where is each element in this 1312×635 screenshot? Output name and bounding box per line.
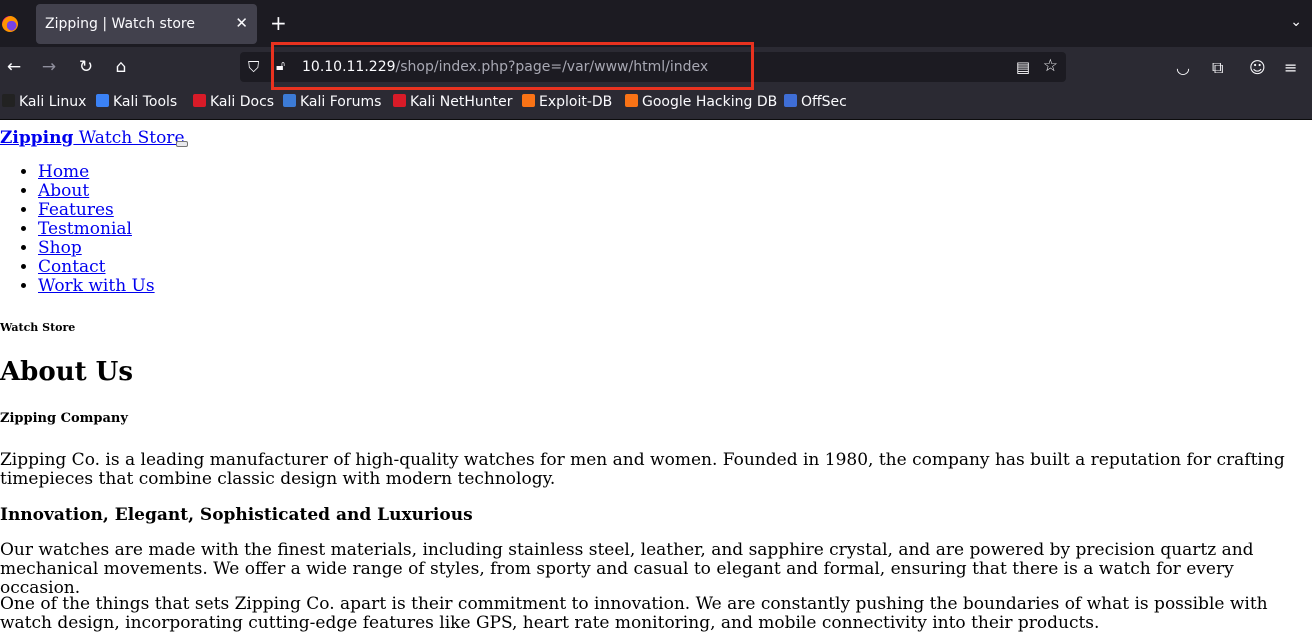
bookmark-kali-nethunter[interactable]: Kali NetHunter [393, 94, 512, 110]
google-hacking-db-icon [625, 94, 638, 107]
about-paragraph-2: Our watches are made with the finest mat… [0, 540, 1254, 598]
nav-link-contact[interactable]: Contact [38, 257, 106, 277]
insecure-lock-icon[interactable]: 🔓︎ [276, 58, 285, 74]
address-bar[interactable]: ⛉ 🔓︎ 10.10.11.229/shop/index.php?page=/v… [240, 52, 1066, 82]
nav-link-features[interactable]: Features [38, 200, 114, 220]
bookmark-kali-forums[interactable]: Kali Forums [283, 94, 381, 110]
kali-nethunter-icon [393, 94, 406, 107]
bookmark-kali-tools[interactable]: Kali Tools [96, 94, 177, 110]
nav-link-work-with-us[interactable]: Work with Us [38, 276, 155, 296]
nav-item-shop: Shop [38, 239, 155, 258]
page-title: About Us [0, 357, 133, 387]
url-text[interactable]: 10.10.11.229/shop/index.php?page=/var/ww… [302, 59, 708, 75]
url-host: 10.10.11.229 [302, 59, 396, 75]
watch-store-subheading: Watch Store [0, 321, 76, 334]
nav-link-about[interactable]: About [38, 181, 89, 201]
bookmark-kali-docs[interactable]: Kali Docs [193, 94, 274, 110]
brand-rest: Watch Store [73, 128, 185, 148]
company-heading: Zipping Company [0, 411, 128, 426]
firefox-menu-icon[interactable] [2, 16, 18, 32]
nav-item-testmonial: Testmonial [38, 220, 155, 239]
brand-bold: Zipping [0, 128, 74, 148]
active-tab[interactable]: Zipping | Watch store ✕ [36, 4, 257, 44]
nav-item-home: Home [38, 163, 155, 182]
nav-item-features: Features [38, 201, 155, 220]
back-arrow-icon[interactable]: ← [3, 57, 25, 77]
browser-chrome: Zipping | Watch store ✕ + ⌄ ← → ↻ ⌂ ⛉ 🔓︎… [0, 0, 1312, 120]
nav-link-testmonial[interactable]: Testmonial [38, 219, 132, 239]
tagline-heading: Innovation, Elegant, Sophisticated and L… [0, 505, 473, 525]
new-tab-button[interactable]: + [270, 11, 287, 35]
nav-item-contact: Contact [38, 258, 155, 277]
bookmarks-toolbar: Kali Linux Kali Tools Kali Docs Kali For… [0, 87, 1312, 120]
about-paragraph-3: One of the things that sets Zipping Co. … [0, 594, 1268, 633]
exploit-db-icon [522, 94, 535, 107]
app-menu-icon[interactable]: ≡ [1284, 58, 1297, 77]
bookmark-star-icon[interactable]: ☆ [1043, 56, 1058, 76]
extensions-icon[interactable]: ⧉ [1212, 58, 1223, 78]
nav-link-shop[interactable]: Shop [38, 238, 82, 258]
bookmark-kali-linux[interactable]: Kali Linux [2, 94, 86, 110]
account-icon[interactable]: ☺ [1249, 58, 1266, 77]
pocket-icon[interactable]: ◡ [1176, 58, 1190, 77]
nav-item-work-with-us: Work with Us [38, 277, 155, 296]
nav-menu: Home About Features Testmonial Shop Cont… [0, 163, 155, 296]
url-path: /shop/index.php?page=/var/www/html/index [395, 59, 709, 75]
kali-tools-icon [96, 94, 109, 107]
reader-view-icon[interactable]: ▤ [1016, 58, 1030, 76]
nav-item-about: About [38, 182, 155, 201]
kali-forums-icon [283, 94, 296, 107]
bookmark-google-hacking-db[interactable]: Google Hacking DB [625, 94, 777, 110]
forward-arrow-icon[interactable]: → [38, 57, 60, 77]
navbar-toggler-button[interactable] [176, 141, 188, 147]
tab-bar: Zipping | Watch store ✕ + ⌄ [0, 0, 1312, 47]
tracking-shield-icon[interactable]: ⛉ [248, 58, 259, 76]
nav-link-home[interactable]: Home [38, 162, 89, 182]
home-icon[interactable]: ⌂ [110, 57, 132, 77]
about-paragraph-1: Zipping Co. is a leading manufacturer of… [0, 450, 1285, 489]
navigation-toolbar: ← → ↻ ⌂ ⛉ 🔓︎ 10.10.11.229/shop/index.php… [0, 47, 1312, 87]
close-tab-icon[interactable]: ✕ [235, 14, 248, 32]
offsec-icon [784, 94, 797, 107]
list-all-tabs-icon[interactable]: ⌄ [1290, 14, 1302, 30]
kali-linux-icon [2, 94, 15, 107]
bookmark-offsec[interactable]: OffSec [784, 94, 847, 110]
kali-docs-icon [193, 94, 206, 107]
brand-link[interactable]: Zipping Watch Store [0, 128, 185, 148]
bookmark-exploit-db[interactable]: Exploit-DB [522, 94, 612, 110]
reload-icon[interactable]: ↻ [75, 57, 97, 77]
tab-title: Zipping | Watch store [45, 16, 195, 32]
